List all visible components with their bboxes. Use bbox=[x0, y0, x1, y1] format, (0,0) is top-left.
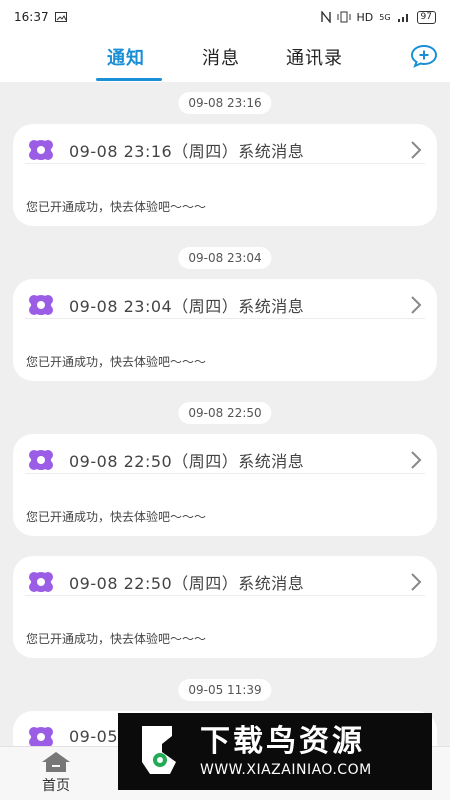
flower-icon bbox=[29, 449, 53, 470]
watermark-text: 下载鸟资源 WWW.XIAZAINIAO.COM bbox=[200, 724, 372, 780]
card-title: 09-08 22:50（周四）系统消息 bbox=[69, 451, 305, 471]
tab-contacts[interactable]: 通讯录 bbox=[286, 44, 343, 70]
time-divider: 09-08 23:04 bbox=[178, 247, 272, 269]
card-title: 09-08 23:04（周四）系统消息 bbox=[69, 296, 305, 316]
vibrate-icon bbox=[337, 11, 350, 23]
card-body: 您已开通成功，快去体验吧～～～ bbox=[26, 632, 207, 646]
status-bar: 16:37 HD 5G 97 bbox=[0, 0, 450, 34]
flower-icon bbox=[29, 294, 53, 315]
nav-item-label: 首页 bbox=[42, 778, 70, 794]
battery-indicator: 97 bbox=[416, 10, 436, 24]
card-title: 09-08 23:16（周四）系统消息 bbox=[69, 141, 305, 161]
chevron-right-icon[interactable] bbox=[409, 572, 423, 592]
image-icon bbox=[54, 12, 67, 22]
signal-icon bbox=[397, 14, 408, 22]
chevron-right-icon[interactable] bbox=[409, 140, 423, 160]
add-chat-icon[interactable] bbox=[410, 44, 438, 68]
card-header: 09-08 22:50（周四）系统消息 bbox=[25, 568, 425, 596]
home-icon bbox=[42, 752, 70, 772]
card-body: 您已开通成功，快去体验吧～～～ bbox=[26, 355, 207, 369]
watermark-banner: 下载鸟资源 WWW.XIAZAINIAO.COM bbox=[118, 713, 432, 790]
card-header: 09-08 23:04（周四）系统消息 bbox=[25, 291, 425, 319]
card-header: 09-08 23:16（周四）系统消息 bbox=[25, 136, 425, 164]
notification-card[interactable]: 09-08 22:50（周四）系统消息 您已开通成功，快去体验吧～～～ bbox=[13, 556, 437, 658]
status-left: 16:37 bbox=[14, 10, 67, 24]
card-body: 您已开通成功，快去体验吧～～～ bbox=[26, 510, 207, 524]
watermark-url: WWW.XIAZAINIAO.COM bbox=[200, 761, 372, 778]
tab-messages[interactable]: 消息 bbox=[202, 44, 240, 70]
flower-icon bbox=[29, 726, 53, 746]
status-time: 16:37 bbox=[14, 10, 49, 24]
notification-card[interactable]: 09-08 23:04（周四）系统消息 您已开通成功，快去体验吧～～～ bbox=[13, 279, 437, 381]
card-body: 您已开通成功，快去体验吧～～～ bbox=[26, 200, 207, 214]
watermark-title: 下载鸟资源 bbox=[200, 723, 365, 759]
notification-card[interactable]: 09-08 23:16（周四）系统消息 您已开通成功，快去体验吧～～～ bbox=[13, 124, 437, 226]
time-divider: 09-08 23:16 bbox=[178, 92, 272, 114]
flower-icon bbox=[29, 139, 53, 160]
nav-item-home[interactable]: 首页 bbox=[16, 751, 96, 795]
chevron-right-icon[interactable] bbox=[409, 450, 423, 470]
status-right: HD 5G 97 bbox=[320, 10, 436, 24]
time-divider: 09-05 11:39 bbox=[178, 679, 272, 701]
card-title: 09-05 bbox=[69, 727, 118, 746]
notification-card[interactable]: 09-08 22:50（周四）系统消息 您已开通成功，快去体验吧～～～ bbox=[13, 434, 437, 536]
card-title: 09-08 22:50（周四）系统消息 bbox=[69, 573, 305, 593]
tab-notifications[interactable]: 通知 bbox=[107, 44, 145, 70]
network-type: HD bbox=[356, 10, 374, 24]
bird-logo-icon bbox=[142, 725, 176, 774]
nfc-icon bbox=[320, 11, 331, 23]
top-tabs: 通知 消息 通讯录 bbox=[0, 34, 450, 82]
signal-type: 5G bbox=[379, 12, 391, 22]
time-divider: 09-08 22:50 bbox=[178, 402, 272, 424]
active-tab-indicator bbox=[96, 78, 162, 81]
flower-icon bbox=[29, 571, 53, 592]
chevron-right-icon[interactable] bbox=[409, 295, 423, 315]
notification-feed[interactable]: 09-08 23:16 09-08 23:16（周四）系统消息 您已开通成功，快… bbox=[0, 82, 450, 746]
card-header: 09-08 22:50（周四）系统消息 bbox=[25, 446, 425, 474]
